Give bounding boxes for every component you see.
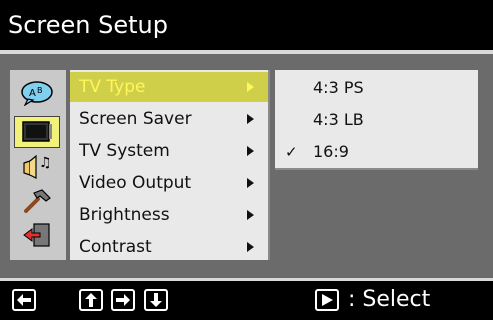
select-hint: : Select	[348, 287, 431, 312]
menu-item-label: Contrast	[79, 237, 152, 257]
arrow-right-icon	[116, 294, 130, 306]
header-bar: Screen Setup	[0, 0, 493, 50]
option-4-3-lb[interactable]: 4:3 LB	[275, 104, 478, 136]
tv-icon	[22, 121, 52, 142]
audio-icon: ♫	[23, 154, 52, 179]
play-icon	[322, 294, 333, 306]
menu-item-screen-saver[interactable]: Screen Saver	[70, 104, 268, 134]
menu-item-label: Screen Saver	[79, 109, 192, 129]
arrow-down-icon	[150, 293, 162, 307]
header-divider	[0, 50, 493, 54]
svg-text:B: B	[37, 86, 43, 95]
down-key[interactable]	[144, 289, 168, 311]
option-label: 16:9	[313, 142, 349, 161]
menu-item-tv-type[interactable]: TV Type	[70, 72, 268, 102]
screen-setup-category[interactable]	[14, 116, 60, 148]
exit-category[interactable]	[15, 220, 59, 250]
menu-item-label: Video Output	[79, 173, 192, 193]
menu-item-brightness[interactable]: Brightness	[70, 200, 268, 230]
page-title: Screen Setup	[8, 11, 168, 39]
audio-category[interactable]: ♫	[15, 150, 59, 180]
check-icon: ✓	[285, 143, 298, 161]
arrow-right-icon	[247, 146, 254, 156]
menu-item-label: TV Type	[79, 77, 146, 97]
svg-text:A: A	[29, 88, 36, 99]
menu-item-label: TV System	[79, 141, 170, 161]
option-16-9[interactable]: ✓ 16:9	[275, 136, 478, 168]
arrow-left-icon	[17, 294, 31, 306]
arrow-right-icon	[247, 82, 254, 92]
arrow-right-icon	[247, 242, 254, 252]
right-key[interactable]	[111, 289, 135, 311]
arrow-right-icon	[247, 210, 254, 220]
svg-text:♫: ♫	[39, 155, 52, 171]
setup-menu: TV Type Screen Saver TV System Video Out…	[70, 70, 270, 260]
arrow-right-icon	[247, 114, 254, 124]
option-label: 4:3 PS	[313, 78, 364, 97]
menu-item-tv-system[interactable]: TV System	[70, 136, 268, 166]
arrow-up-icon	[85, 293, 97, 307]
exit-icon	[23, 223, 50, 247]
menu-item-video-output[interactable]: Video Output	[70, 168, 268, 198]
language-icon: A B	[21, 81, 53, 106]
tools-category[interactable]	[15, 186, 59, 216]
menu-item-contrast[interactable]: Contrast	[70, 232, 268, 262]
left-key[interactable]	[12, 289, 36, 311]
footer-bar: : Select	[0, 281, 493, 320]
language-category[interactable]: A B	[15, 78, 59, 108]
menu-item-label: Brightness	[79, 205, 170, 225]
tools-icon	[24, 189, 51, 213]
arrow-right-icon	[247, 178, 254, 188]
option-label: 4:3 LB	[313, 110, 364, 129]
category-icon-column: A B ♫	[10, 70, 66, 260]
option-4-3-ps[interactable]: 4:3 PS	[275, 72, 478, 104]
play-key[interactable]	[315, 289, 339, 311]
up-key[interactable]	[79, 289, 103, 311]
tv-type-submenu: 4:3 PS 4:3 LB ✓ 16:9	[275, 70, 478, 170]
dvd-screen-setup: Screen Setup A B ♫ TV Type Screen Saver …	[0, 0, 493, 320]
